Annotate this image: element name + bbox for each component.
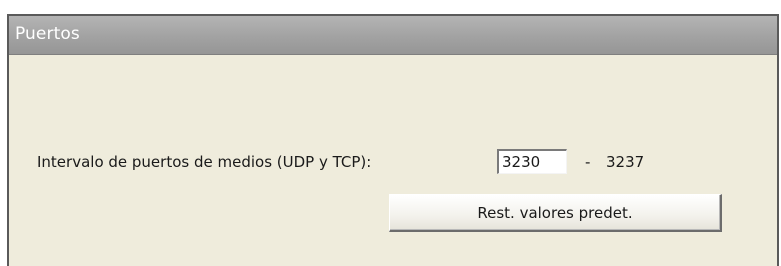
end-port-value: 3237 — [606, 153, 645, 171]
ports-panel: Puertos Intervalo de puertos de medios (… — [7, 14, 779, 266]
panel-titlebar: Puertos — [9, 16, 777, 55]
range-separator: - — [585, 153, 591, 171]
reset-defaults-button[interactable]: Rest. valores predet. — [389, 194, 722, 232]
panel-title: Puertos — [15, 24, 80, 44]
media-port-range-label: Intervalo de puertos de medios (UDP y TC… — [37, 153, 372, 171]
start-port-input[interactable] — [497, 149, 567, 174]
